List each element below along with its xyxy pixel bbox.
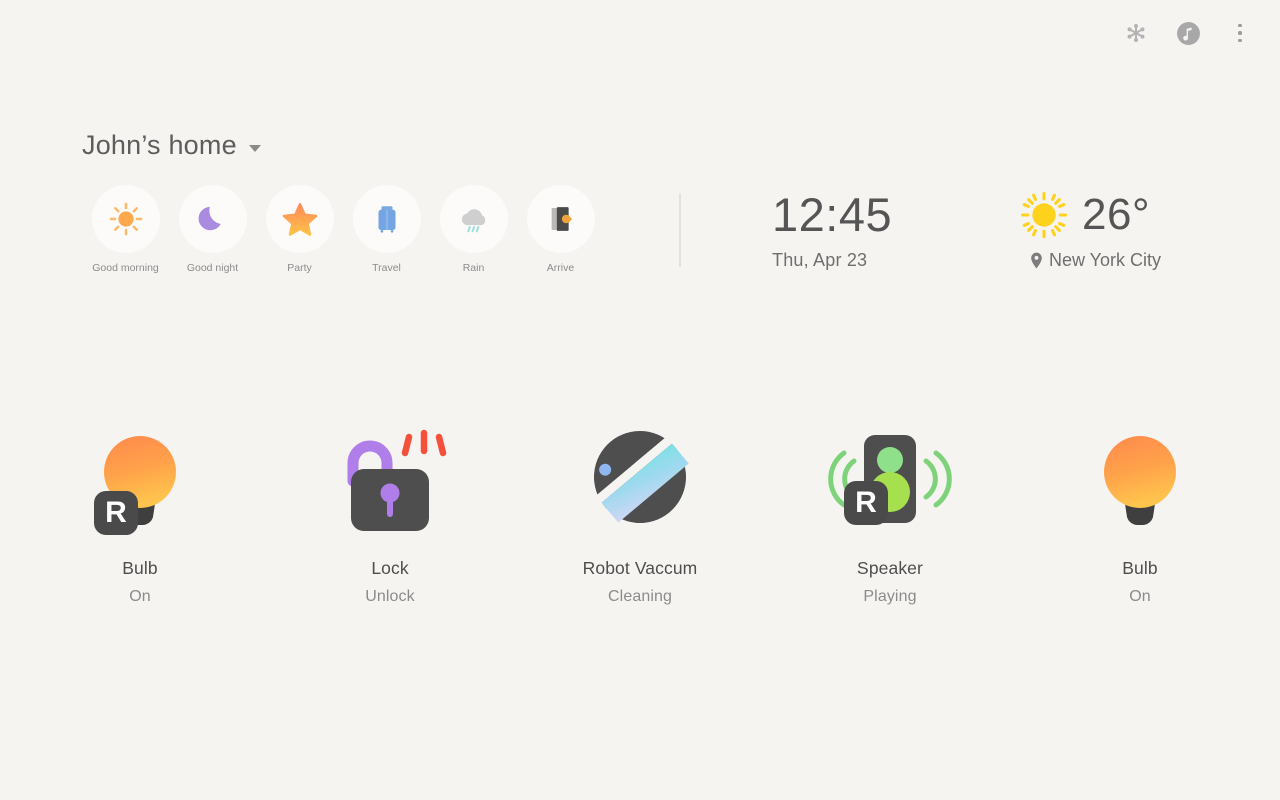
temperature-value: 26°	[1082, 190, 1151, 239]
scene-good-night[interactable]: Good night	[169, 185, 256, 275]
device-list: R Bulb On Lock Unlock Robot Vaccum Clean…	[0, 415, 1280, 606]
device-name: Bulb	[122, 558, 158, 578]
scene-arrive[interactable]: Arrive	[517, 185, 604, 275]
music-note-icon[interactable]	[1174, 19, 1202, 47]
location-name: New York City	[1049, 250, 1162, 270]
device-icon: R	[820, 415, 960, 540]
menu-dot	[1238, 38, 1242, 43]
badge-label: R	[855, 486, 877, 519]
device-name: Bulb	[1122, 558, 1158, 578]
location-pin-icon	[1031, 252, 1042, 269]
light-bulb-icon: R	[94, 435, 176, 535]
clock-date: Thu, Apr 23	[772, 250, 868, 270]
smart-home-dashboard: John’s home Good morning Good night Part…	[0, 0, 1280, 800]
scene-good-morning[interactable]: Good morning	[82, 185, 169, 275]
device-icon	[1070, 415, 1210, 540]
device-state: Playing	[863, 588, 917, 605]
device-name: Speaker	[857, 558, 923, 578]
device-card-robot-vacuum[interactable]: Robot Vaccum Cleaning	[515, 415, 765, 606]
top-bar	[0, 0, 1280, 66]
suitcase-icon	[378, 206, 395, 233]
device-card-bulb-2[interactable]: Bulb On	[1015, 415, 1265, 606]
home-selector[interactable]: John’s home	[82, 130, 261, 161]
light-bulb-icon	[1104, 435, 1176, 525]
device-card-speaker[interactable]: R Speaker Playing	[765, 415, 1015, 606]
scene-label: Arrive	[546, 262, 575, 274]
menu-dot	[1238, 23, 1242, 28]
scene-list: Good morning Good night Party Travel Rai…	[82, 185, 604, 275]
scene-label: Rain	[462, 262, 485, 274]
scene-icon-circle	[265, 185, 334, 253]
scene-label: Party	[287, 262, 312, 274]
weather-location: New York City	[1030, 250, 1161, 271]
scene-rain[interactable]: Rain	[430, 185, 517, 275]
device-badge: R	[844, 480, 888, 525]
device-state: On	[129, 588, 151, 605]
overflow-menu-icon[interactable]	[1226, 19, 1254, 47]
page-title: John’s home	[82, 130, 237, 160]
scene-icon-circle	[91, 185, 160, 253]
snowflake-icon[interactable]	[1122, 19, 1150, 47]
device-state: Unlock	[365, 588, 415, 605]
scene-label: Good morning	[92, 262, 159, 274]
device-icon	[320, 415, 460, 540]
scene-icon-circle	[352, 185, 421, 253]
device-badge: R	[94, 490, 138, 535]
rain-cloud-icon	[461, 209, 485, 233]
scene-label: Good night	[186, 262, 239, 274]
scene-icon-circle	[178, 185, 247, 253]
scene-label: Travel	[372, 262, 401, 274]
robot-vacuum-icon	[594, 430, 689, 523]
device-name: Lock	[371, 558, 409, 578]
weather-widget[interactable]: 26° New York City	[1018, 188, 1161, 271]
scene-travel[interactable]: Travel	[343, 185, 430, 275]
badge-label: R	[105, 496, 127, 529]
device-icon	[570, 415, 710, 540]
clock-time: 12:45	[772, 188, 893, 241]
scene-icon-circle	[526, 185, 595, 253]
device-state: Cleaning	[608, 588, 672, 605]
star-icon	[282, 203, 317, 236]
menu-dot	[1238, 31, 1242, 35]
device-card-lock[interactable]: Lock Unlock	[265, 415, 515, 606]
device-icon: R	[70, 415, 210, 540]
section-divider	[679, 193, 681, 267]
weather-summary: 26°	[1018, 188, 1161, 242]
sun-icon	[109, 202, 142, 236]
scene-party[interactable]: Party	[256, 185, 343, 275]
device-name: Robot Vaccum	[582, 558, 698, 578]
open-padlock-icon	[347, 429, 446, 531]
device-state: On	[1129, 588, 1151, 605]
alert-rays-icon	[401, 429, 446, 456]
chevron-down-icon[interactable]	[248, 144, 261, 152]
moon-icon	[198, 206, 221, 231]
scene-icon-circle	[439, 185, 508, 253]
clock-widget[interactable]: 12:45 Thu, Apr 23	[772, 188, 892, 271]
device-card-bulb-1[interactable]: R Bulb On	[15, 415, 265, 606]
sun-icon	[1020, 191, 1068, 239]
speaker-icon: R	[828, 434, 952, 525]
door-arrow-icon	[551, 207, 572, 231]
